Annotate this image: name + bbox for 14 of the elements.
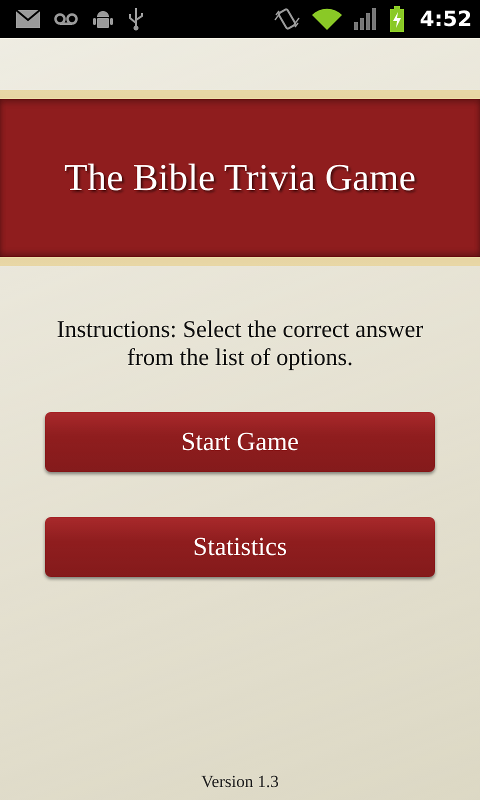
usb-icon	[128, 7, 144, 31]
wifi-icon	[312, 8, 342, 30]
version-label: Version 1.3	[201, 772, 279, 792]
instructions-text: Instructions: Select the correct answer from the list of options.	[56, 316, 424, 372]
app-title: The Bible Trivia Game	[64, 156, 416, 200]
signal-icon	[354, 8, 378, 30]
menu-button[interactable]: Statistics	[45, 517, 435, 577]
voicemail-icon	[54, 13, 78, 25]
menu-button[interactable]: Start Game	[45, 412, 435, 472]
battery-icon	[390, 6, 404, 32]
clock-time: 4:52	[420, 7, 472, 31]
vibrate-icon	[274, 7, 300, 31]
mail-icon	[16, 10, 40, 28]
android-icon	[92, 8, 114, 30]
